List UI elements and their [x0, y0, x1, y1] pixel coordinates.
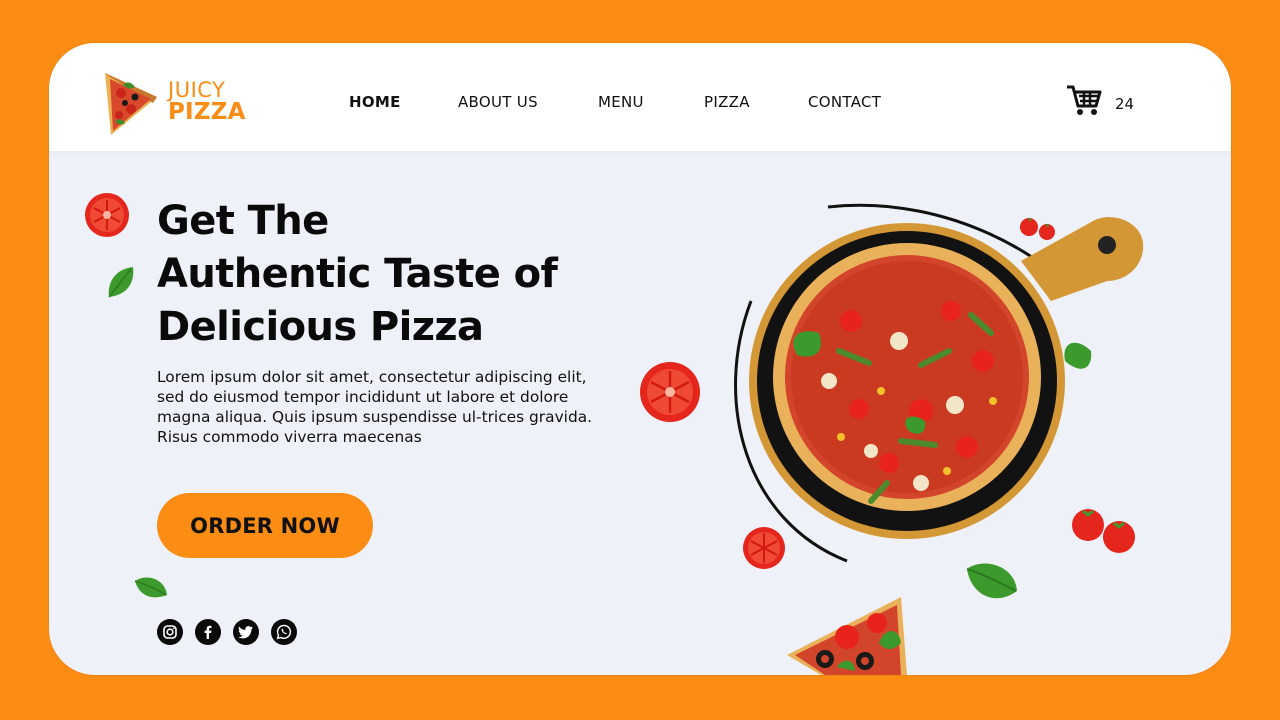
nav-item-contact[interactable]: CONTACT — [808, 93, 908, 111]
twitter-link[interactable] — [233, 619, 259, 645]
order-now-button[interactable]: ORDER NOW — [157, 493, 373, 558]
hero-description: Lorem ipsum dolor sit amet, consectetur … — [157, 368, 593, 446]
social-links — [157, 619, 297, 645]
cart-button[interactable]: 24 — [1065, 83, 1155, 123]
basil-leaf-icon — [966, 563, 1017, 599]
facebook-icon — [204, 625, 212, 639]
main-nav: HOME ABOUT US MENU PIZZA CONTACT — [349, 93, 908, 111]
nav-item-menu[interactable]: MENU — [598, 93, 704, 111]
basil-leaf-icon — [108, 267, 134, 298]
cherry-tomato-icon — [1072, 509, 1135, 553]
pizza-slice-icon — [105, 73, 157, 135]
hero-title-line: Get The — [157, 198, 329, 244]
whatsapp-icon — [276, 624, 292, 640]
twitter-icon — [238, 626, 253, 639]
navbar: JUICY PIZZA HOME ABOUT US MENU PIZZA CON… — [49, 43, 1231, 151]
brand-logo[interactable]: JUICY PIZZA — [101, 67, 251, 137]
cart-icon — [1067, 85, 1102, 115]
facebook-link[interactable] — [195, 619, 221, 645]
basil-leaf-icon — [134, 577, 167, 598]
instagram-link[interactable] — [157, 619, 183, 645]
hero-title: Get The Authentic Taste of Delicious Piz… — [157, 195, 627, 354]
tomato-slice-icon — [85, 193, 129, 237]
cart-count: 24 — [1115, 95, 1135, 113]
whatsapp-link[interactable] — [271, 619, 297, 645]
nav-item-pizza[interactable]: PIZZA — [704, 93, 808, 111]
cherry-tomato-icon — [1020, 217, 1055, 240]
brand-name: JUICY PIZZA — [168, 78, 246, 125]
hero-title-line: Delicious Pizza — [157, 304, 484, 350]
brand-name-line1: JUICY — [168, 78, 226, 102]
nav-item-home[interactable]: HOME — [349, 93, 458, 111]
nav-item-about-us[interactable]: ABOUT US — [458, 93, 598, 111]
instagram-icon — [163, 625, 177, 639]
pizza-slice-image — [787, 597, 907, 675]
tomato-slice-icon — [640, 362, 700, 422]
brand-name-line2: PIZZA — [168, 99, 246, 125]
landing-card: JUICY PIZZA HOME ABOUT US MENU PIZZA CON… — [49, 43, 1231, 675]
hero-title-line: Authentic Taste of — [157, 251, 558, 297]
